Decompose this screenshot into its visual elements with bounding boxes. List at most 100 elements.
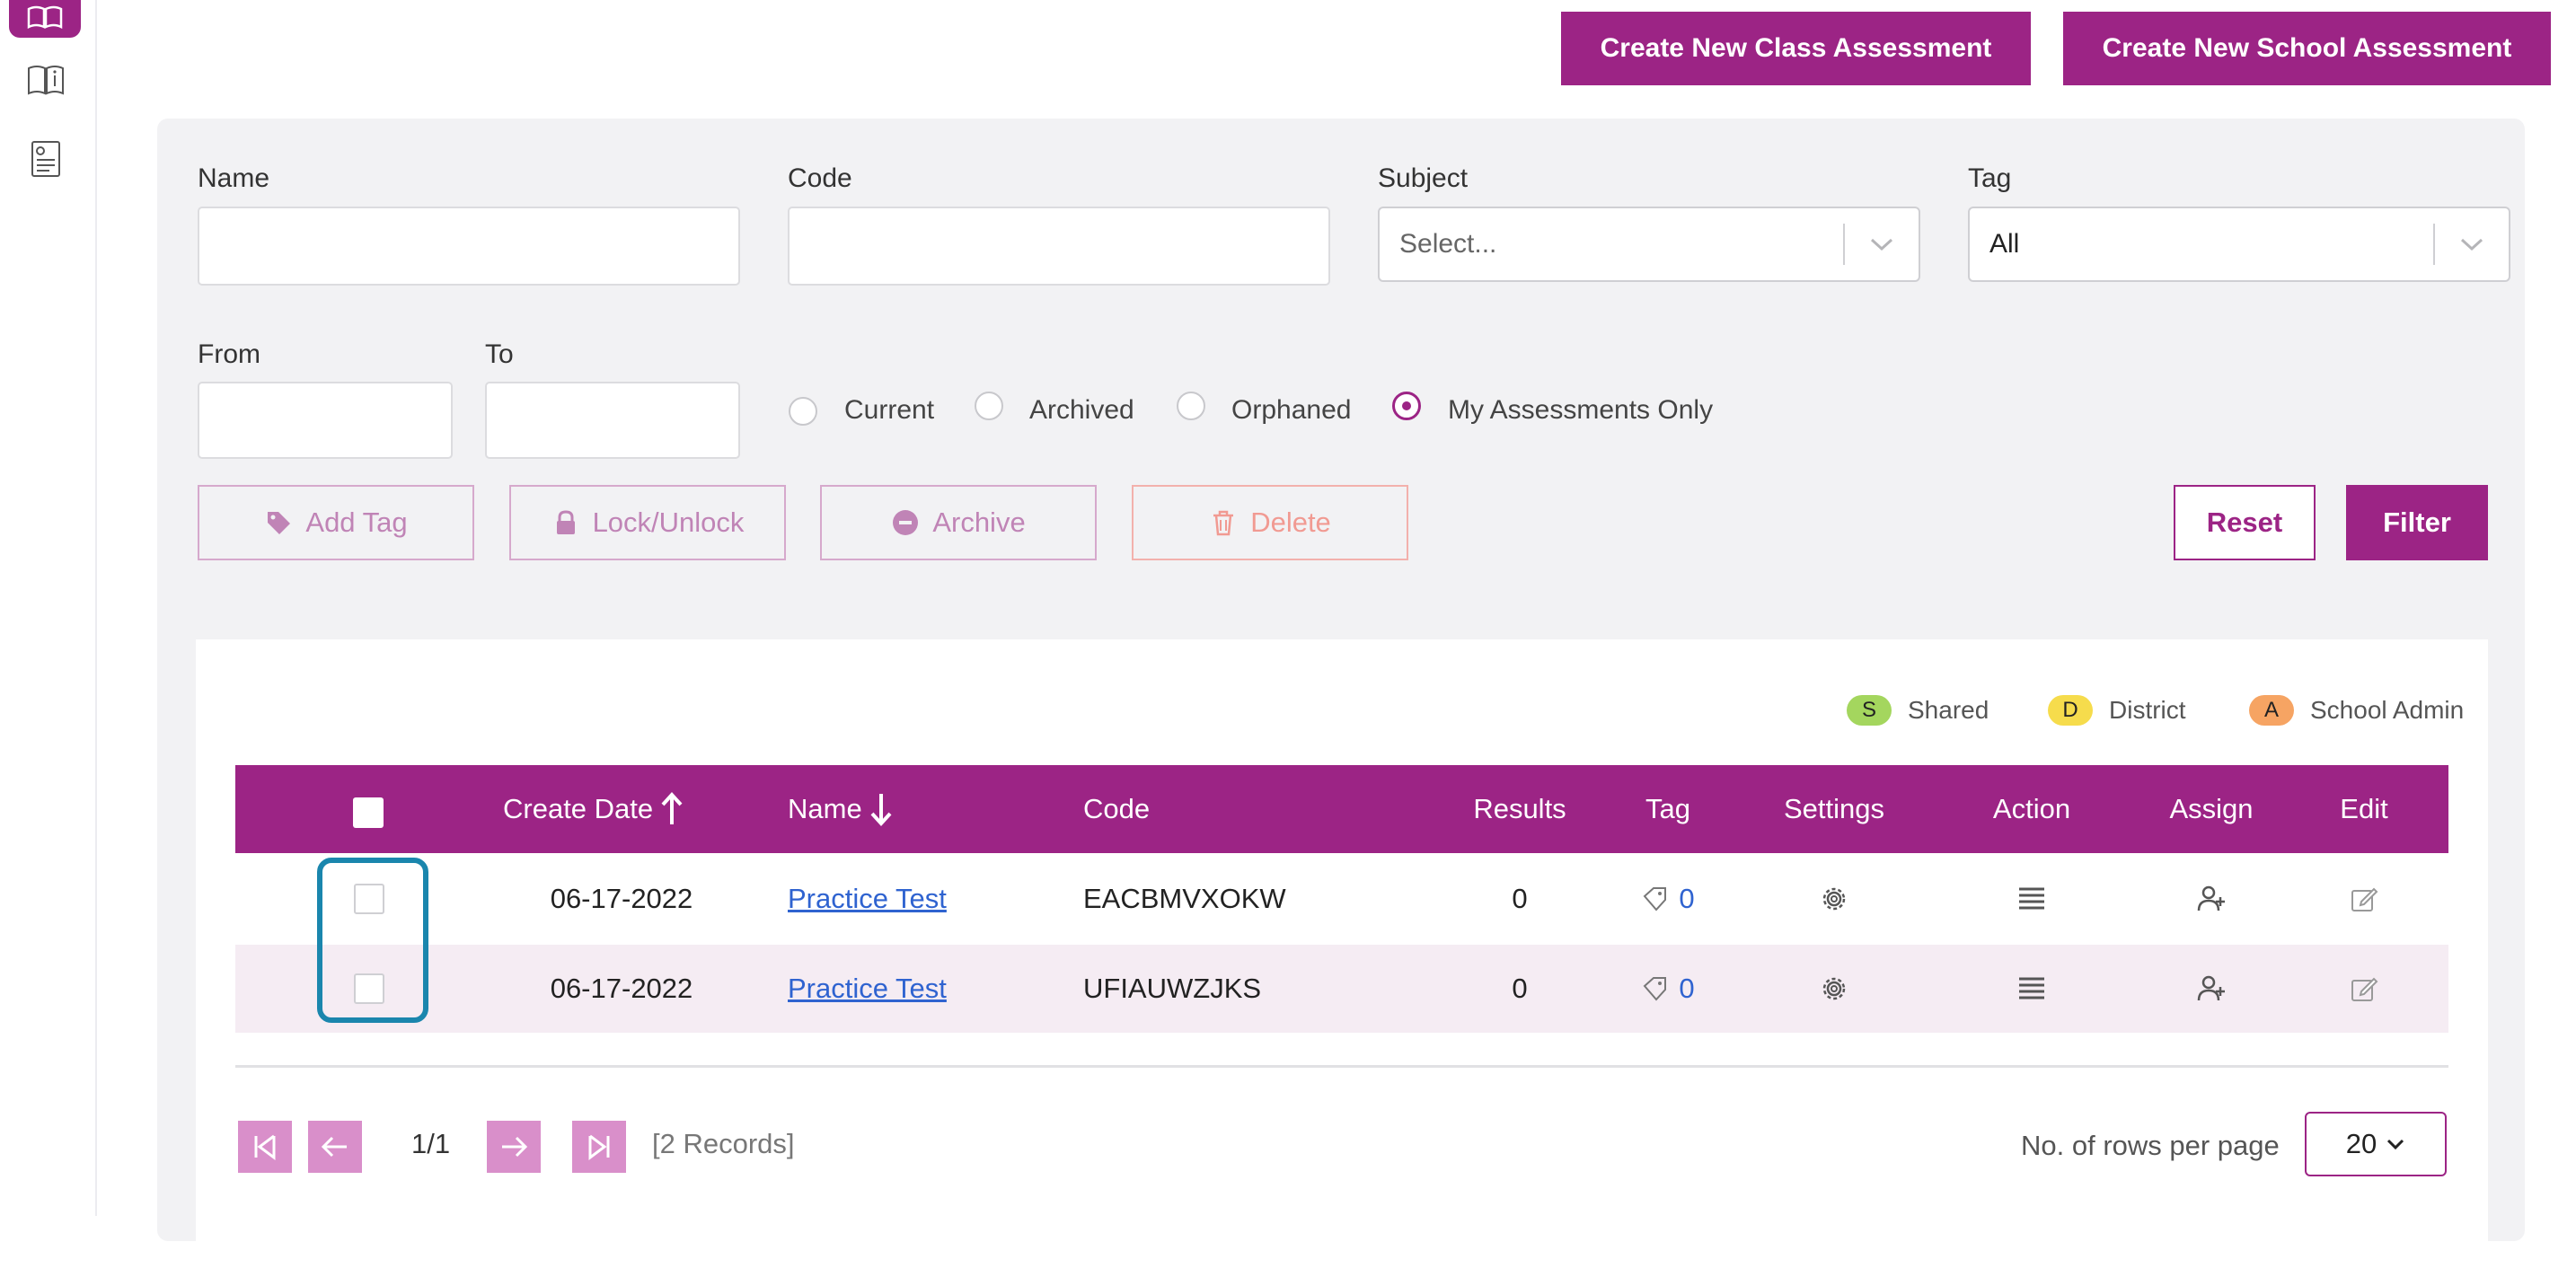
name-input[interactable]: [198, 207, 740, 286]
sidebar-item-report[interactable]: [25, 138, 66, 180]
rows-per-page-label: No. of rows per page: [2021, 1130, 2280, 1161]
assign-user-plus-icon[interactable]: [2122, 945, 2301, 1033]
open-book-icon: [27, 5, 63, 29]
lock-icon: [556, 510, 575, 534]
records-count: [2 Records]: [652, 1128, 795, 1159]
action-header: Action: [1992, 793, 2071, 824]
table-row: 06-17-2022 Practice Test UFIAUWZJKS 0 0: [235, 945, 2448, 1033]
name-label: Name: [198, 163, 270, 193]
subject-select-value: Select...: [1399, 229, 1497, 259]
page-indicator: 1/1: [411, 1128, 451, 1159]
tag-outline-icon: [1643, 887, 1667, 911]
results-header: Results: [1473, 793, 1566, 824]
trash-icon: [1213, 510, 1234, 536]
tag-header: Tag: [1645, 793, 1690, 824]
prev-page-button[interactable]: [308, 1121, 362, 1173]
from-label: From: [198, 339, 260, 369]
lock-unlock-button[interactable]: Lock/Unlock: [509, 485, 786, 560]
tag-outline-icon: [1643, 977, 1667, 1001]
add-tag-label: Add Tag: [305, 506, 408, 538]
subject-select[interactable]: Select...: [1378, 207, 1920, 282]
shared-badge: S: [1847, 695, 1892, 726]
edit-pencil-icon[interactable]: [2292, 855, 2436, 943]
from-date-input[interactable]: [198, 382, 453, 459]
table-divider: [235, 1065, 2448, 1068]
sort-create-date[interactable]: Create Date: [503, 765, 684, 853]
archive-label: Archive: [932, 506, 1026, 538]
district-legend-label: District: [2109, 696, 2186, 724]
first-page-icon: [254, 1134, 276, 1160]
chevron-down-icon[interactable]: [1845, 236, 1919, 252]
radio-archived[interactable]: [975, 392, 1003, 420]
settings-gear-icon[interactable]: [1744, 945, 1924, 1033]
radio-my-assessments-label[interactable]: My Assessments Only: [1448, 395, 1713, 426]
legend-district: D District: [2048, 695, 2186, 726]
row-tag-count[interactable]: 0: [1641, 883, 1695, 915]
arrow-up-icon: [661, 792, 683, 824]
to-date-input[interactable]: [485, 382, 740, 459]
arrow-left-icon: [321, 1136, 347, 1158]
lock-unlock-label: Lock/Unlock: [592, 506, 745, 538]
create-class-assessment-button[interactable]: Create New Class Assessment: [1561, 12, 2031, 85]
minus-circle-icon: [893, 510, 919, 535]
subject-label: Subject: [1378, 163, 1469, 193]
radio-orphaned[interactable]: [1177, 392, 1205, 420]
tag-icon: [268, 512, 291, 534]
edit-header: Edit: [2340, 793, 2388, 824]
next-page-button[interactable]: [487, 1121, 541, 1173]
add-tag-button[interactable]: Add Tag: [198, 485, 474, 560]
legend-shared: S Shared: [1847, 695, 1989, 726]
assign-user-plus-icon[interactable]: [2122, 855, 2301, 943]
district-badge: D: [2048, 695, 2093, 726]
sidebar: [0, 0, 97, 1216]
row-create-date: 06-17-2022: [550, 883, 693, 914]
tag-select-value: All: [1989, 229, 2020, 259]
table-row: 06-17-2022 Practice Test EACBMVXOKW 0 0: [235, 855, 2448, 943]
report-document-icon: [31, 141, 60, 177]
action-menu-icon[interactable]: [1942, 855, 2122, 943]
archive-button[interactable]: Archive: [820, 485, 1097, 560]
row-tag-count[interactable]: 0: [1641, 973, 1695, 1005]
tag-label: Tag: [1968, 163, 2012, 193]
code-input[interactable]: [788, 207, 1330, 286]
sort-name[interactable]: Name: [788, 765, 893, 853]
select-all-checkbox[interactable]: [353, 797, 384, 828]
sidebar-item-book-info[interactable]: [25, 59, 66, 101]
reset-button[interactable]: Reset: [2174, 485, 2316, 560]
legend-school-admin: A School Admin: [2249, 695, 2464, 726]
rows-per-page-select[interactable]: 20: [2305, 1112, 2447, 1176]
radio-my-assessments[interactable]: [1392, 392, 1421, 420]
chevron-down-icon[interactable]: [2435, 236, 2509, 252]
settings-gear-icon[interactable]: [1744, 855, 1924, 943]
name-header: Name: [788, 793, 862, 824]
last-page-icon: [588, 1134, 610, 1160]
first-page-button[interactable]: [238, 1121, 292, 1173]
delete-label: Delete: [1250, 506, 1331, 538]
checkbox-highlight-box: [317, 858, 428, 1023]
filter-button[interactable]: Filter: [2346, 485, 2488, 560]
action-menu-icon[interactable]: [1942, 945, 2122, 1033]
row-code: UFIAUWZJKS: [1083, 973, 1262, 1004]
row-results: 0: [1512, 883, 1528, 914]
radio-current-label[interactable]: Current: [844, 395, 934, 426]
assessment-name-link[interactable]: Practice Test: [788, 973, 947, 1005]
chevron-down-icon: [2387, 1139, 2404, 1150]
tag-select[interactable]: All: [1968, 207, 2510, 282]
row-results: 0: [1512, 973, 1528, 1004]
delete-button[interactable]: Delete: [1132, 485, 1408, 560]
radio-orphaned-label[interactable]: Orphaned: [1231, 395, 1351, 426]
radio-current[interactable]: [789, 397, 817, 426]
to-label: To: [485, 339, 514, 369]
assign-header: Assign: [2169, 793, 2254, 824]
last-page-button[interactable]: [572, 1121, 626, 1173]
table-header: Create Date Name Code Results Tag Settin…: [235, 765, 2448, 853]
sidebar-item-assessments[interactable]: [9, 0, 81, 38]
edit-pencil-icon[interactable]: [2292, 945, 2436, 1033]
create-school-assessment-button[interactable]: Create New School Assessment: [2063, 12, 2551, 85]
rows-per-page-value: 20: [2345, 1128, 2378, 1159]
arrow-down-icon: [870, 794, 892, 826]
tag-count: 0: [1679, 883, 1695, 914]
assessment-name-link[interactable]: Practice Test: [788, 883, 947, 915]
tag-count: 0: [1679, 973, 1695, 1004]
radio-archived-label[interactable]: Archived: [1029, 395, 1134, 426]
